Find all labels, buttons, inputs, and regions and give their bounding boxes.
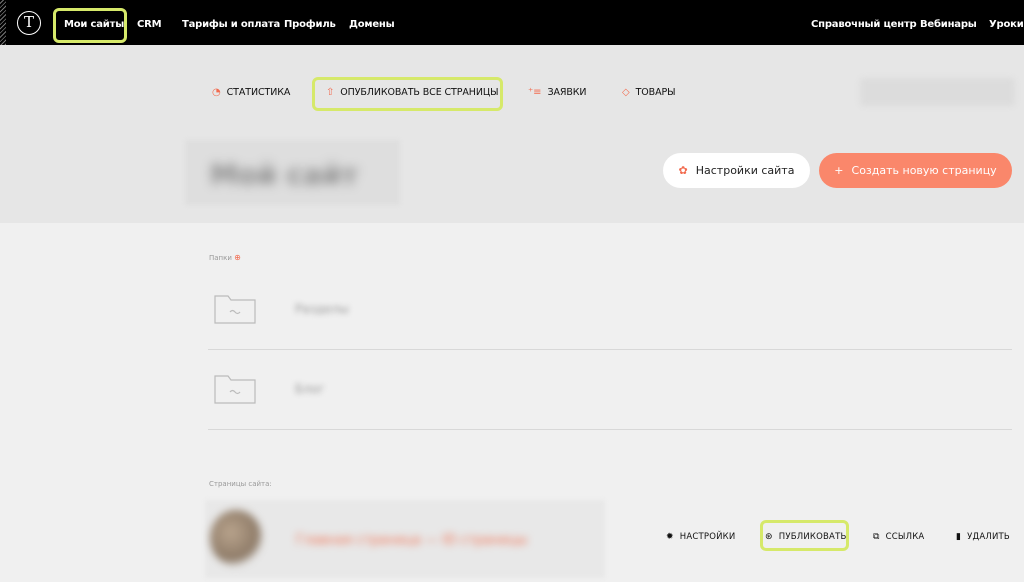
highlight-my-sites xyxy=(53,8,127,43)
page-delete-button[interactable]: ▮ УДАЛИТЬ xyxy=(956,532,1010,542)
site-title-blurred: Мой сайт xyxy=(185,140,400,205)
site-header-area xyxy=(0,45,1024,223)
statistics-label: СТАТИСТИКА xyxy=(226,87,291,98)
pie-chart-icon: ◔ xyxy=(212,87,221,98)
page-link-label: ССЫЛКА xyxy=(885,532,925,542)
highlight-publish-all xyxy=(312,77,503,111)
create-page-button[interactable]: + Создать новую страницу xyxy=(819,153,1012,188)
gear-icon: ✿ xyxy=(678,164,688,177)
nav-profile[interactable]: Профиль xyxy=(284,19,336,30)
folder-icon[interactable] xyxy=(214,292,256,324)
products-link[interactable]: ◇ ТОВАРЫ xyxy=(622,87,676,98)
page-title[interactable]: Главная страница — ID страницы xyxy=(296,533,527,548)
tag-icon: ◇ xyxy=(622,87,630,98)
site-settings-button[interactable]: ✿ Настройки сайта xyxy=(663,153,810,188)
page-link-button[interactable]: ⧉ ССЫЛКА xyxy=(873,532,924,542)
nav-help-center[interactable]: Справочный центр xyxy=(811,19,917,30)
folders-label-text: Папки xyxy=(209,254,232,262)
nav-tariffs[interactable]: Тарифы и оплата xyxy=(182,19,280,30)
divider xyxy=(208,349,1012,350)
statistics-link[interactable]: ◔ СТАТИСТИКА xyxy=(212,87,290,98)
divider xyxy=(208,429,1012,430)
products-label: ТОВАРЫ xyxy=(635,87,676,98)
site-title-text: Мой сайт xyxy=(210,158,358,191)
folder-name[interactable]: Разделы xyxy=(295,302,349,316)
nav-domains[interactable]: Домены xyxy=(349,19,395,30)
page-settings-button[interactable]: ✹ НАСТРОЙКИ xyxy=(666,532,735,542)
pages-section-label: Страницы сайта: xyxy=(209,480,272,488)
nav-lessons[interactable]: Уроки н xyxy=(989,19,1024,30)
blurred-search xyxy=(860,78,1015,106)
folder-name[interactable]: Блог xyxy=(295,382,325,396)
create-page-label: Создать новую страницу xyxy=(851,164,997,177)
page-settings-label: НАСТРОЙКИ xyxy=(679,532,736,542)
external-link-icon: ⧉ xyxy=(873,532,880,542)
site-settings-label: Настройки сайта xyxy=(695,164,795,177)
requests-link[interactable]: ⁺≡ ЗАЯВКИ xyxy=(528,87,587,98)
gear-icon: ✹ xyxy=(666,532,674,542)
highlight-publish xyxy=(760,520,849,551)
folders-section-label: Папки ⊕ xyxy=(209,253,241,262)
page-delete-label: УДАЛИТЬ xyxy=(967,532,1010,542)
folder-icon[interactable] xyxy=(214,372,256,404)
add-folder-icon[interactable]: ⊕ xyxy=(234,253,241,262)
list-plus-icon: ⁺≡ xyxy=(528,87,542,98)
top-navbar: T Мои сайты CRM Тарифы и оплата Профиль … xyxy=(0,0,1024,45)
tilda-logo[interactable]: T xyxy=(17,11,41,35)
plus-icon: + xyxy=(834,164,844,177)
requests-label: ЗАЯВКИ xyxy=(547,87,587,98)
trash-icon: ▮ xyxy=(956,532,962,542)
window-edge xyxy=(0,0,6,45)
nav-webinars[interactable]: Вебинары xyxy=(920,19,977,30)
page-thumbnail[interactable] xyxy=(210,510,262,566)
nav-crm[interactable]: CRM xyxy=(137,19,162,30)
